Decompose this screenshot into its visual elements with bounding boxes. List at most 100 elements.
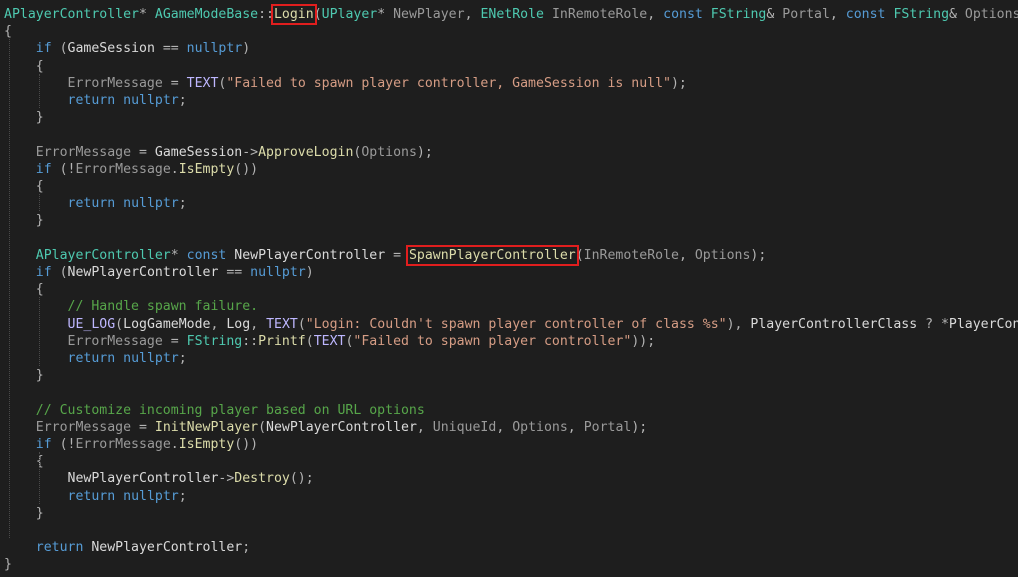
code-token: (!	[51, 161, 76, 177]
code-token: return	[35, 540, 84, 556]
code-token: ;	[178, 351, 187, 366]
code-token: "Failed to spawn player controller"	[353, 333, 632, 349]
code-token: APlayerController	[35, 247, 171, 263]
code-token: FString	[893, 7, 950, 22]
code-token: )	[242, 41, 251, 57]
code-token: if	[35, 265, 52, 280]
code-token: NewPlayerController	[266, 419, 417, 435]
highlighted-token: SpawnPlayerController	[405, 244, 579, 266]
code-token: ;	[178, 93, 187, 108]
code-line[interactable]: return NewPlayerController;	[4, 539, 250, 556]
code-token: return	[67, 488, 116, 504]
code-line[interactable]: UE_LOG(LogGameMode, Log, TEXT("Login: Co…	[4, 316, 1018, 333]
code-line[interactable]: ErrorMessage = TEXT("Failed to spawn pla…	[4, 75, 687, 92]
code-token: ),	[726, 316, 751, 332]
code-token: Options	[512, 419, 568, 435]
code-token: );	[670, 75, 687, 91]
code-line[interactable]: if (!ErrorMessage.IsEmpty())	[4, 436, 258, 453]
code-token: ();	[289, 471, 314, 487]
code-token: ErrorMessage	[75, 437, 171, 452]
code-token: Options	[964, 7, 1018, 22]
code-line[interactable]: {	[4, 23, 12, 40]
code-token: InitNewPlayer	[154, 419, 259, 435]
code-token: if	[35, 41, 52, 57]
code-token: return	[67, 196, 116, 212]
code-token: *	[138, 7, 155, 22]
code-token: &	[766, 7, 783, 22]
code-token: UPlayer	[321, 7, 378, 22]
code-token: {	[4, 24, 12, 40]
code-token: TEXT	[186, 75, 219, 91]
code-token: GameSession	[154, 144, 243, 160]
code-token: =	[131, 419, 155, 435]
code-token: Options	[361, 144, 417, 160]
code-token: ,	[210, 316, 227, 332]
code-line[interactable]: return nullptr;	[4, 488, 187, 505]
code-line[interactable]: return nullptr;	[4, 195, 187, 212]
code-line[interactable]: APlayerController* const NewPlayerContro…	[4, 244, 766, 266]
code-token: ,	[464, 7, 481, 22]
code-token: NewPlayerController	[67, 471, 219, 487]
code-token: (	[305, 333, 314, 349]
code-token: UE_LOG	[67, 316, 116, 332]
code-token: ;	[178, 196, 187, 212]
code-line[interactable]: NewPlayerController->Destroy();	[4, 470, 314, 487]
code-line[interactable]: if (GameSession == nullptr)	[4, 40, 250, 57]
code-token: (	[313, 7, 322, 22]
code-token: nullptr	[186, 41, 243, 57]
code-line[interactable]: // Customize incoming player based on UR…	[4, 402, 425, 419]
code-line[interactable]: }	[4, 556, 12, 573]
code-token: Portal	[782, 7, 830, 22]
code-token: Log	[226, 316, 251, 332]
code-token: =	[131, 144, 155, 160]
code-editor[interactable]: APlayerController* AGameModeBase::Login(…	[0, 0, 1018, 577]
code-token: (	[575, 247, 584, 263]
code-line[interactable]: if (NewPlayerController == nullptr)	[4, 264, 314, 281]
code-token: ,	[567, 419, 584, 435]
code-line[interactable]: ErrorMessage = GameSession->ApproveLogin…	[4, 144, 433, 161]
code-token: ,	[829, 7, 846, 22]
code-line[interactable]: // Handle spawn failure.	[4, 298, 259, 315]
code-token: ,	[647, 7, 664, 22]
code-token: // Customize incoming player based on UR…	[35, 402, 425, 418]
code-line[interactable]: return nullptr;	[4, 92, 187, 109]
indent-guide	[39, 452, 40, 504]
code-token: (	[115, 316, 124, 332]
code-token: InRemoteRole	[551, 7, 648, 22]
code-token: NewPlayerController	[67, 265, 219, 280]
code-token: if	[35, 161, 52, 177]
code-token: UniqueId	[432, 419, 497, 435]
code-token: ? *	[917, 316, 949, 332]
highlighted-token: Login	[271, 4, 317, 25]
code-token: =	[162, 75, 187, 91]
code-token: ErrorMessage	[67, 75, 163, 91]
code-token: const	[663, 7, 703, 22]
code-token: ->	[242, 144, 259, 160]
code-line[interactable]: ErrorMessage = InitNewPlayer(NewPlayerCo…	[4, 419, 647, 436]
code-token: ,	[416, 419, 433, 435]
code-line[interactable]: if (!ErrorMessage.IsEmpty())	[4, 161, 258, 178]
indent-guide	[39, 194, 40, 212]
code-line[interactable]: return nullptr;	[4, 350, 187, 367]
code-token: nullptr	[123, 351, 179, 366]
code-line[interactable]: APlayerController* AGameModeBase::Login(…	[4, 4, 1018, 25]
code-token: PlayerControlle	[948, 316, 1018, 332]
code-token: ));	[631, 333, 656, 349]
code-line[interactable]: ErrorMessage = FString::Printf(TEXT("Fai…	[4, 333, 656, 350]
code-token: FString	[710, 7, 767, 22]
code-token: LogGameMode	[123, 316, 211, 332]
code-token: *	[377, 7, 394, 22]
code-token: }	[4, 557, 12, 573]
code-token: ==	[218, 265, 251, 280]
code-token: (	[51, 41, 68, 57]
code-token: Printf	[258, 333, 306, 349]
code-token: ENetRole	[480, 7, 544, 22]
